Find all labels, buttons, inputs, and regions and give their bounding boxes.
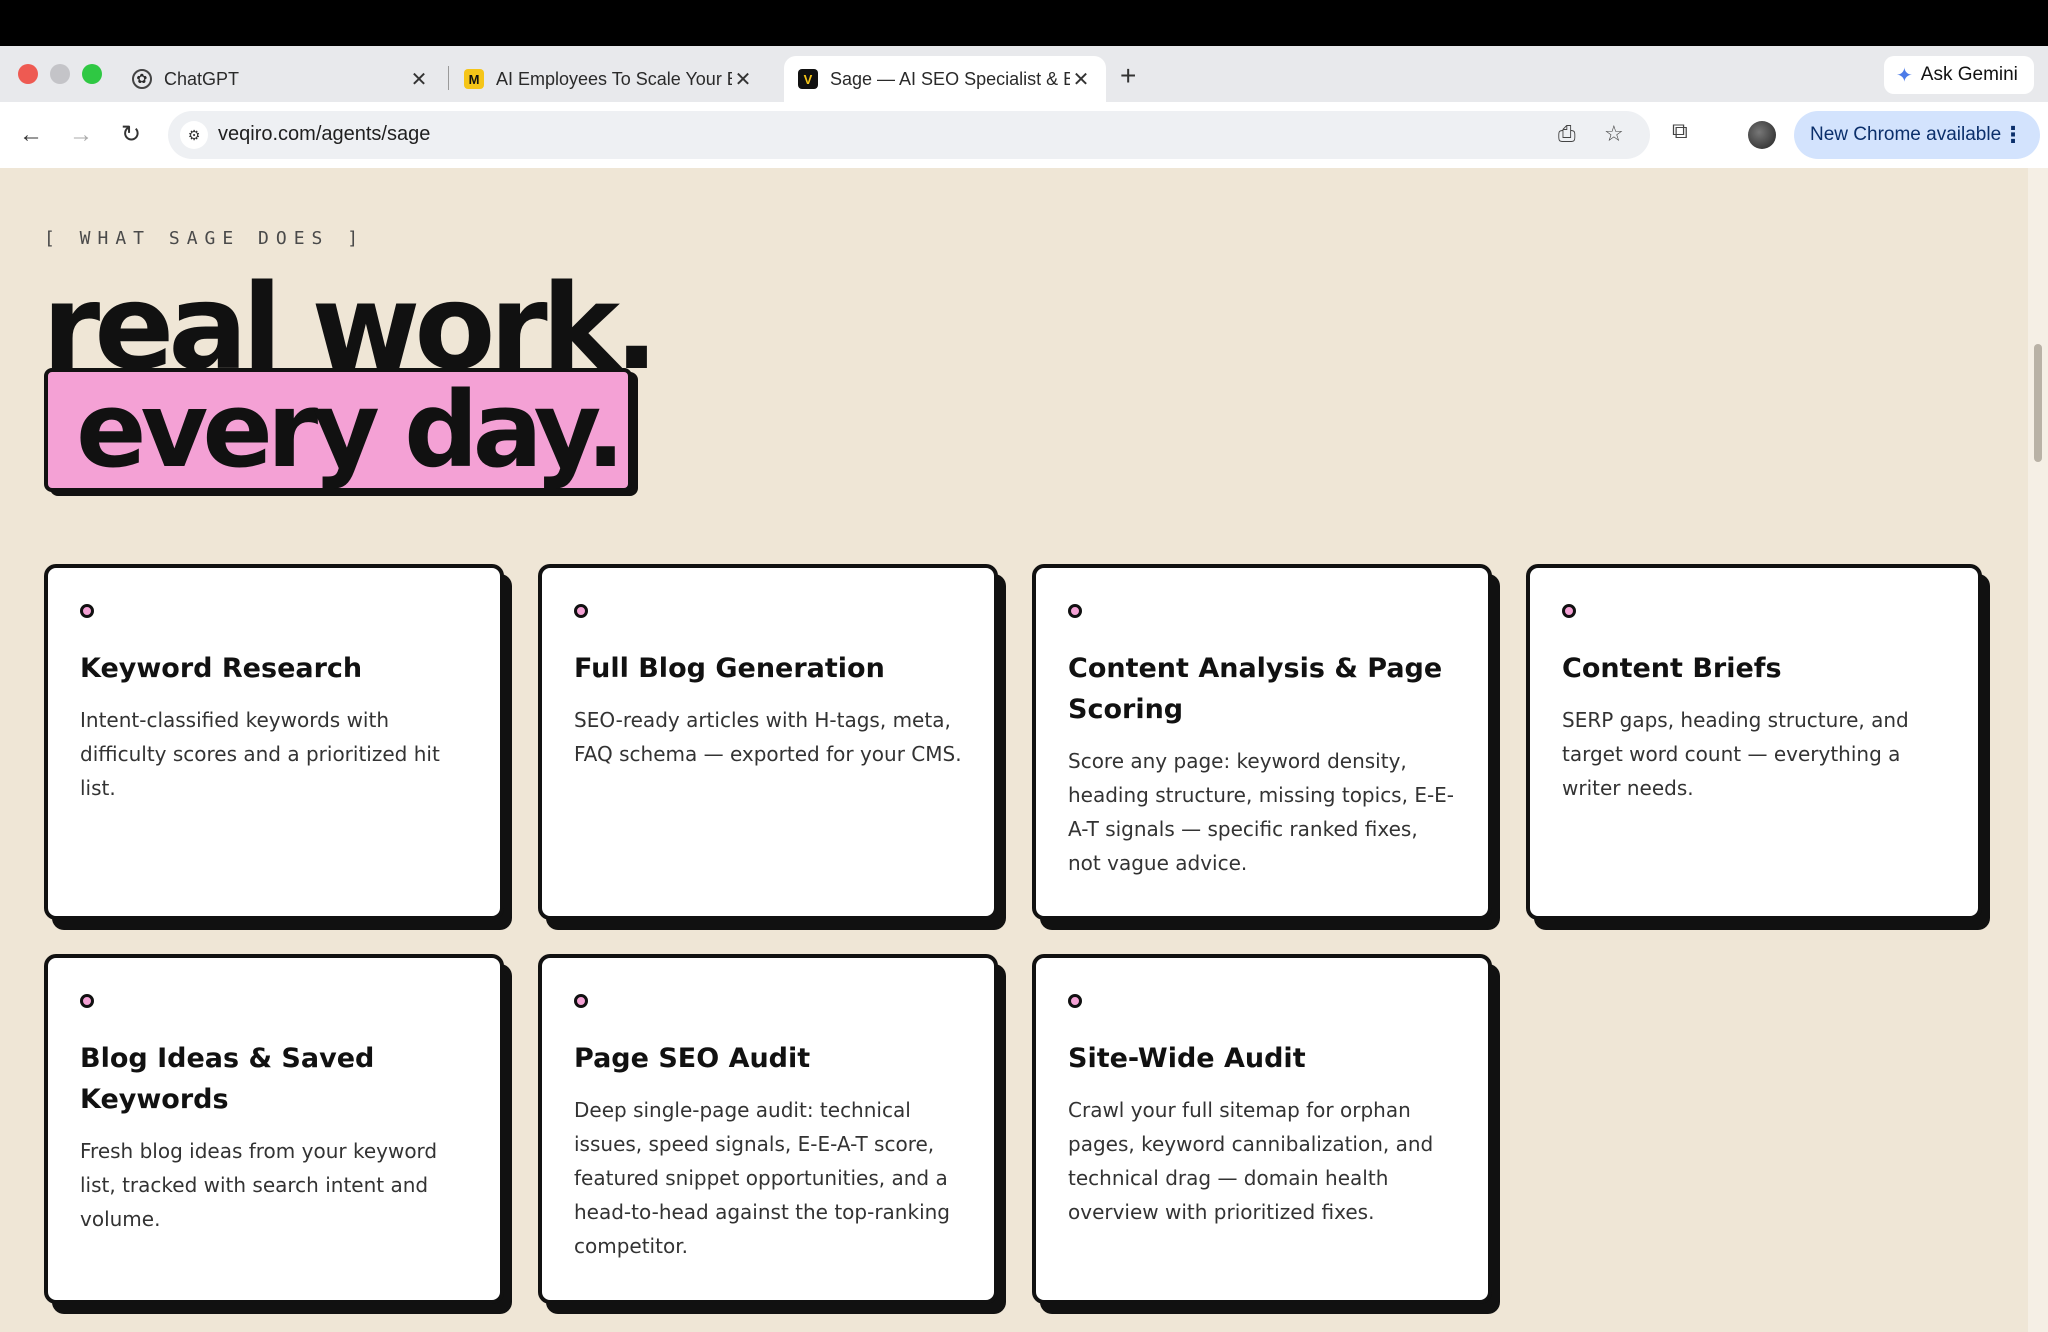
bullet-dot-icon <box>574 994 588 1008</box>
bullet-dot-icon <box>1562 604 1576 618</box>
bullet-dot-icon <box>80 604 94 618</box>
veqiro-m-icon: M <box>464 69 484 89</box>
new-chrome-available-button[interactable]: New Chrome available ⋮ <box>1794 111 2040 159</box>
avatar[interactable] <box>1748 121 1776 149</box>
site-info-icon[interactable]: ⚙ <box>180 121 208 149</box>
card-description: Crawl your full sitemap for orphan pages… <box>1068 1098 1434 1224</box>
close-tab-icon[interactable]: ✕ <box>732 67 754 92</box>
screen-top-bar <box>0 0 2048 46</box>
card-title: Content Analysis & Page Scoring <box>1068 653 1443 725</box>
maximize-window-button[interactable] <box>82 64 102 84</box>
scrollbar-track[interactable] <box>2028 168 2048 1332</box>
ask-gemini-button[interactable]: ✦ Ask Gemini <box>1884 56 2034 94</box>
new-tab-button[interactable]: + <box>1120 60 1136 92</box>
ask-gemini-label: Ask Gemini <box>1920 64 2018 85</box>
tab-search-icon[interactable]: ⧉ <box>1672 118 1688 144</box>
close-window-button[interactable] <box>18 64 38 84</box>
card-description: Score any page: keyword density, heading… <box>1068 749 1455 875</box>
forward-arrow-icon[interactable]: → <box>64 118 98 152</box>
feature-card-site-wide-audit: Site-Wide Audit Crawl your full sitemap … <box>1032 954 1492 1304</box>
close-tab-icon[interactable]: ✕ <box>408 67 430 92</box>
card-title: Blog Ideas & Saved Keywords <box>80 1043 375 1115</box>
feature-card-full-blog-generation: Full Blog Generation SEO-ready articles … <box>538 564 998 920</box>
bullet-dot-icon <box>574 604 588 618</box>
tab-title: Sage — AI SEO Specialist & B <box>830 68 1070 89</box>
card-description: SERP gaps, heading structure, and target… <box>1562 708 1909 800</box>
minimize-window-button[interactable] <box>50 64 70 84</box>
tab-sage[interactable]: V Sage — AI SEO Specialist & B ✕ <box>784 56 1106 102</box>
url-text[interactable]: veqiro.com/agents/sage <box>218 123 430 146</box>
card-description: SEO-ready articles with H-tags, meta, FA… <box>574 708 962 766</box>
install-app-icon[interactable]: ⎙ <box>1558 121 1576 147</box>
tab-title: ChatGPT <box>164 68 240 89</box>
headline-line-2: every day. <box>76 369 625 491</box>
back-arrow-icon[interactable]: ← <box>14 118 48 152</box>
bullet-dot-icon <box>80 994 94 1008</box>
tab-title: AI Employees To Scale Your B <box>496 68 732 89</box>
bullet-dot-icon <box>1068 604 1082 618</box>
section-eyebrow: [ WHAT SAGE DOES ] <box>44 228 366 249</box>
feature-card-content-briefs: Content Briefs SERP gaps, heading struct… <box>1526 564 1982 920</box>
card-title: Site-Wide Audit <box>1068 1043 1306 1074</box>
close-tab-icon[interactable]: ✕ <box>1070 67 1092 92</box>
update-label: New Chrome available <box>1810 124 2002 145</box>
feature-card-keyword-research: Keyword Research Intent-classified keywo… <box>44 564 504 920</box>
tab-separator <box>448 66 449 90</box>
feature-card-content-analysis: Content Analysis & Page Scoring Score an… <box>1032 564 1492 920</box>
bullet-dot-icon <box>1068 994 1082 1008</box>
reload-icon[interactable]: ↻ <box>114 118 148 152</box>
card-title: Page SEO Audit <box>574 1043 811 1074</box>
chatgpt-icon: ✿ <box>132 69 152 89</box>
scrollbar-thumb[interactable] <box>2034 344 2042 462</box>
tab-ai-employees[interactable]: M AI Employees To Scale Your B ✕ <box>450 56 768 102</box>
feature-card-page-seo-audit: Page SEO Audit Deep single-page audit: t… <box>538 954 998 1304</box>
card-description: Deep single-page audit: technical issues… <box>574 1098 950 1258</box>
veqiro-v-icon: V <box>798 69 818 89</box>
bookmark-star-icon[interactable]: ☆ <box>1604 121 1624 147</box>
feature-card-blog-ideas: Blog Ideas & Saved Keywords Fresh blog i… <box>44 954 504 1304</box>
card-description: Intent-classified keywords with difficul… <box>80 708 440 800</box>
card-title: Keyword Research <box>80 653 363 684</box>
tab-chatgpt[interactable]: ✿ ChatGPT ✕ <box>118 56 444 102</box>
address-bar[interactable]: ⚙ veqiro.com/agents/sage ⎙ ☆ <box>168 111 1650 159</box>
card-title: Full Blog Generation <box>574 653 885 684</box>
more-menu-icon[interactable]: ⋮ <box>2002 122 2024 148</box>
card-title: Content Briefs <box>1562 653 1782 684</box>
card-description: Fresh blog ideas from your keyword list,… <box>80 1139 438 1231</box>
gemini-spark-icon: ✦ <box>1896 64 1913 87</box>
